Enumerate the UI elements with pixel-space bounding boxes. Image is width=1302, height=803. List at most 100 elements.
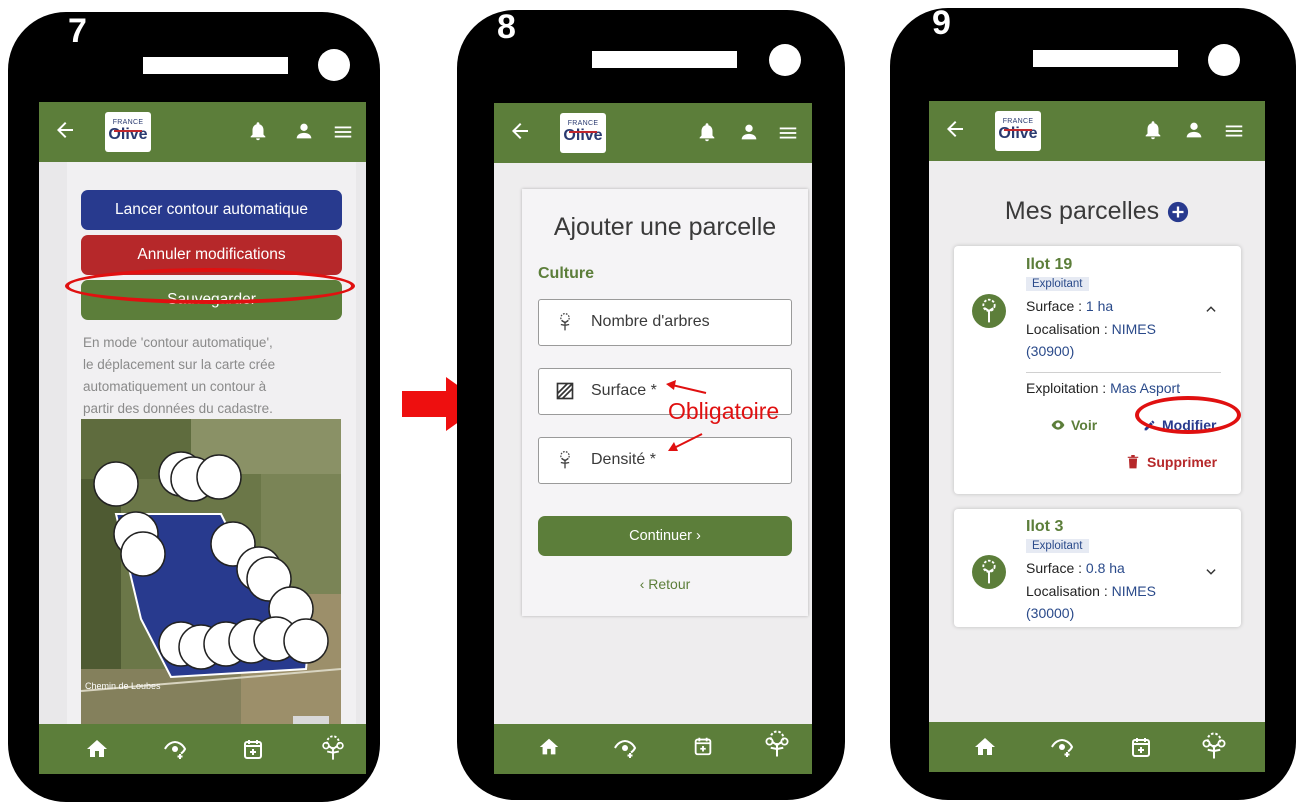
tree-count-field[interactable]: Nombre d'arbres — [538, 299, 792, 346]
calendar-plus-icon[interactable] — [241, 737, 265, 761]
app-screen: FRANCE Olive Lancer contour automatique … — [39, 102, 366, 774]
back-arrow-icon[interactable] — [508, 119, 532, 143]
brand-logo[interactable]: FRANCE Olive — [995, 111, 1041, 151]
location-line: Localisation : NIMES — [1026, 583, 1156, 599]
bell-icon[interactable] — [1142, 119, 1164, 141]
user-icon[interactable] — [1183, 119, 1205, 141]
home-icon[interactable] — [973, 735, 997, 759]
exploitation-label: Exploitation : — [1026, 380, 1111, 396]
add-circle-icon[interactable] — [1167, 201, 1189, 223]
phone-speaker — [143, 57, 288, 74]
app-screen: FRANCE Olive Mes parcelles Ilot 19 Explo… — [929, 101, 1265, 772]
tree-icon[interactable] — [319, 734, 347, 762]
home-icon[interactable] — [538, 736, 560, 758]
view-button[interactable]: Voir — [1051, 417, 1097, 433]
location-value: NIMES — [1111, 583, 1156, 599]
page-title: Mes parcelles — [1004, 197, 1160, 225]
help-line: partir des données du cadastre. — [83, 401, 273, 416]
continue-button[interactable]: Continuer › — [538, 516, 792, 556]
chevron-up-icon[interactable] — [1204, 302, 1218, 316]
location-value: NIMES — [1111, 321, 1156, 337]
chevron-down-icon[interactable] — [1204, 565, 1218, 579]
calendar-plus-icon[interactable] — [692, 735, 714, 757]
parcel-card[interactable]: Ilot 19 Exploitant Surface : 1 ha Locali… — [954, 246, 1241, 494]
divider — [1026, 372, 1221, 373]
tutorial-stage: 7 FRANCE Olive Lancer contour automatiqu… — [0, 0, 1302, 803]
logo-rule — [1004, 129, 1032, 131]
annotation-highlight-save — [65, 268, 355, 304]
brand-logo[interactable]: FRANCE Olive — [560, 113, 606, 153]
bell-icon[interactable] — [247, 120, 269, 142]
postal-code: (30900) — [1026, 343, 1075, 359]
back-link[interactable]: ‹ Retour — [522, 576, 808, 592]
role-badge: Exploitant — [1026, 277, 1089, 291]
user-icon[interactable] — [293, 120, 315, 142]
home-icon[interactable] — [85, 737, 109, 761]
step-number: 9 — [932, 4, 951, 42]
tree-icon[interactable] — [762, 729, 792, 759]
bottom-nav — [39, 724, 366, 774]
user-icon[interactable] — [738, 121, 760, 143]
auto-contour-button[interactable]: Lancer contour automatique — [81, 190, 342, 230]
parcel-name: Ilot 3 — [1026, 518, 1064, 535]
menu-icon[interactable] — [1223, 120, 1245, 142]
field-label: Surface * — [591, 382, 657, 399]
phone-step-9: 9 FRANCE Olive Mes parcelles Ilot 19 Exp… — [890, 4, 1296, 800]
delete-button[interactable]: Supprimer — [1127, 454, 1217, 470]
view-label: Voir — [1071, 417, 1098, 433]
phone-camera — [769, 44, 801, 76]
surface-value: 1 ha — [1085, 298, 1114, 314]
tree-icon — [560, 451, 570, 469]
field-label: Densité * — [591, 451, 656, 468]
phone-speaker — [592, 51, 737, 68]
top-bar: FRANCE Olive — [494, 103, 812, 163]
surface-line: Surface : 0.8 ha — [1026, 560, 1125, 576]
eye-plus-icon[interactable] — [163, 737, 187, 761]
menu-icon[interactable] — [777, 122, 799, 144]
app-screen: FRANCE Olive Ajouter une parcelle Cultur… — [494, 103, 812, 774]
annotation-arrows — [666, 380, 707, 451]
tree-icon[interactable] — [1199, 731, 1229, 761]
section-title: Culture — [538, 265, 594, 282]
phone-camera — [1208, 44, 1240, 76]
contour-panel: Lancer contour automatique Annuler modif… — [67, 162, 356, 724]
top-bar: FRANCE Olive — [39, 102, 366, 162]
eye-icon — [1051, 420, 1065, 430]
exploitation-line: Exploitation : Mas Asport — [1026, 380, 1180, 396]
hatched-area-icon — [556, 382, 574, 400]
location-label: Localisation : — [1026, 321, 1112, 337]
postal-code: (30000) — [1026, 605, 1075, 621]
home-icon[interactable] — [494, 737, 518, 761]
page-title: Ajouter une parcelle — [553, 213, 777, 241]
back-arrow-icon[interactable] — [53, 118, 77, 142]
map-road-label: Chemin de Loubes — [85, 681, 161, 691]
map-graphic — [81, 419, 341, 724]
phone-step-7: 7 FRANCE Olive Lancer contour automatiqu… — [8, 12, 380, 802]
tree-avatar-icon — [972, 555, 1006, 589]
bottom-nav — [929, 722, 1265, 772]
help-text: En mode 'contour automatique', le déplac… — [83, 332, 343, 420]
surface-value: 0.8 ha — [1085, 560, 1125, 576]
calendar-plus-icon[interactable] — [1129, 735, 1153, 759]
bell-icon[interactable] — [696, 121, 718, 143]
satellite-map[interactable]: Chemin de Loubes — [81, 419, 341, 724]
tree-avatar-icon — [972, 294, 1006, 328]
location-label: Localisation : — [1026, 583, 1112, 599]
eye-plus-icon[interactable] — [1050, 735, 1074, 759]
back-arrow-icon[interactable] — [943, 117, 967, 141]
role-badge: Exploitant — [1026, 539, 1089, 553]
brand-logo[interactable]: FRANCE Olive — [105, 112, 151, 152]
surface-label: Surface : — [1026, 298, 1086, 314]
menu-icon[interactable] — [332, 121, 354, 143]
top-bar: FRANCE Olive — [929, 101, 1265, 161]
page-header: Mes parcelles — [929, 197, 1265, 226]
phone-camera — [318, 49, 350, 81]
trash-icon — [1127, 455, 1139, 469]
phone-speaker — [1033, 50, 1178, 67]
tree-icon — [560, 313, 570, 331]
help-line: automatiquement un contour à — [83, 379, 267, 394]
logo-rule — [569, 131, 597, 133]
help-line: le déplacement sur la carte crée — [83, 357, 276, 372]
parcel-card[interactable]: Ilot 3 Exploitant Surface : 0.8 ha Local… — [954, 509, 1241, 627]
eye-plus-icon[interactable] — [613, 736, 637, 760]
